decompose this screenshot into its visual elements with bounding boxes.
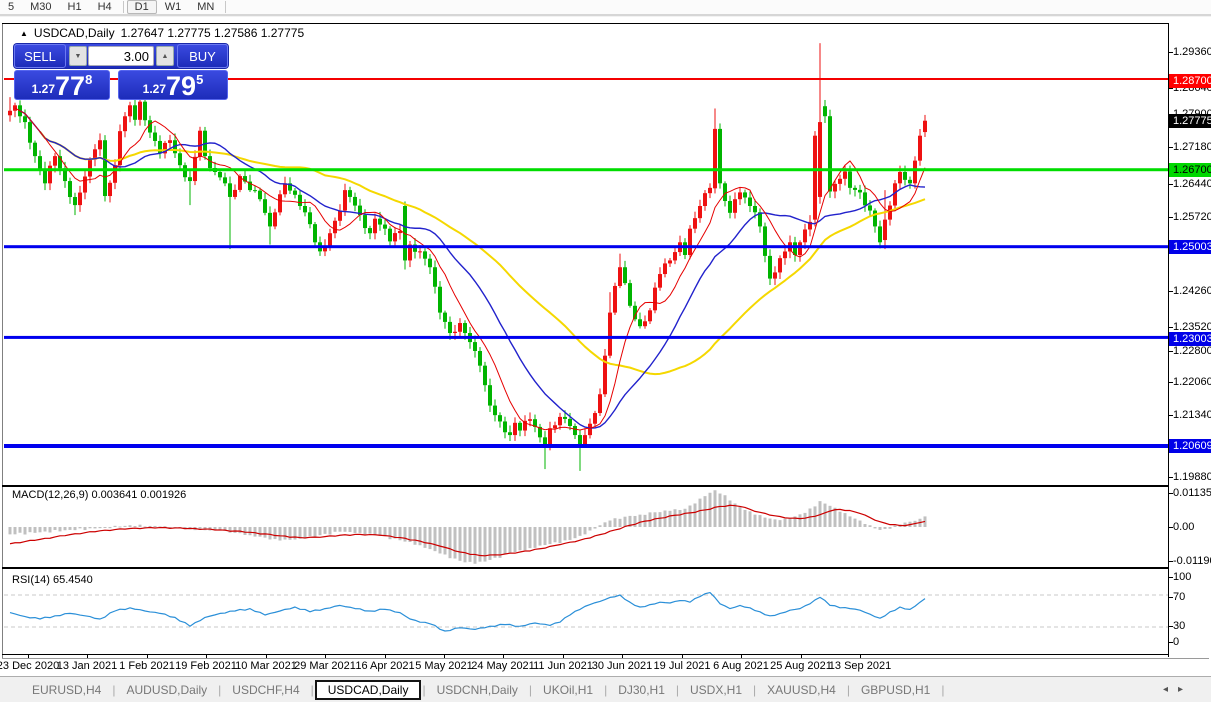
buy-price-prefix: 1.27 xyxy=(142,82,167,96)
date-label: 30 Jun 2021 xyxy=(591,660,653,672)
price-axis-tick: 1.26440 xyxy=(1173,178,1211,190)
buy-price-pip: 5 xyxy=(196,72,204,87)
chart-tab-xauusd[interactable]: XAUUSD,H4 xyxy=(757,681,846,699)
window-left-border xyxy=(2,23,3,658)
buy-button[interactable]: BUY xyxy=(177,44,228,68)
price-axis-tick: 1.22060 xyxy=(1173,376,1211,388)
sell-button[interactable]: SELL xyxy=(14,44,66,68)
chart-tab-eurusd[interactable]: EURUSD,H4 xyxy=(22,681,111,699)
toolbar-separator xyxy=(122,1,124,13)
tab-scroll-left-icon[interactable]: ◂ xyxy=(1163,684,1168,695)
window-bottom-edge xyxy=(2,658,1209,659)
date-label: 13 Jan 2021 xyxy=(56,660,118,672)
rsi-axis-tick: 0 xyxy=(1173,636,1180,648)
toolbar-separator xyxy=(225,1,227,13)
buy-price-big: 79 xyxy=(166,71,197,101)
date-label: 11 Jun 2021 xyxy=(533,660,593,672)
price-axis-tick: 1.29360 xyxy=(1173,46,1211,58)
price-axis-tick: 1.24260 xyxy=(1173,285,1211,297)
timeframe-button-h4[interactable]: H4 xyxy=(90,1,120,14)
price-badge: 1.23003 xyxy=(1169,332,1211,346)
sell-price-prefix: 1.27 xyxy=(31,82,56,96)
chart-tab-dj30[interactable]: DJ30,H1 xyxy=(608,681,675,699)
sell-price-pip: 8 xyxy=(85,72,93,87)
price-axis-tick: 1.22800 xyxy=(1173,345,1211,357)
macd-axis-tick: 0.00 xyxy=(1173,521,1195,533)
price-badge: 1.27775 xyxy=(1169,114,1211,128)
chart-tab-usdchf[interactable]: USDCHF,H4 xyxy=(222,681,309,699)
trade-panel-row: SELL ▼ ▲ BUY xyxy=(14,44,228,68)
price-axis-tick: 1.27180 xyxy=(1173,141,1211,153)
date-label: 16 Apr 2021 xyxy=(355,660,415,672)
toolbar-divider xyxy=(0,14,1211,17)
chart-ohlc-values: 1.27647 1.27775 1.27586 1.27775 xyxy=(120,26,305,40)
macd-indicator-label: MACD(12,26,9) 0.003641 0.001926 xyxy=(12,489,187,501)
buy-price-display[interactable]: 1.27 79 5 xyxy=(118,70,228,100)
trading-platform-window: 5 M30 H1 H4 D1 W1 MN ▲ USDCAD,Daily 1.27647 1.… xyxy=(0,0,1211,702)
price-chart-canvas[interactable] xyxy=(0,0,1211,702)
chart-top-border xyxy=(2,23,1169,24)
chart-tab-bar: EURUSD,H4 | AUDUSD,Daily | USDCHF,H4 | USDCAD,… xyxy=(0,676,1211,702)
chart-tab-usdcnh[interactable]: USDCNH,Daily xyxy=(427,681,528,699)
date-label: 19 Jul 2021 xyxy=(653,660,711,672)
tab-scroll-right-icon[interactable]: ▸ xyxy=(1178,684,1183,695)
chart-tab-usdx[interactable]: USDX,H1 xyxy=(680,681,752,699)
macd-axis-tick: -0.011904 xyxy=(1173,555,1211,567)
chart-symbol-label: USDCAD,Daily xyxy=(33,26,115,40)
date-label: 29 Mar 2021 xyxy=(294,660,356,672)
sell-price-display[interactable]: 1.27 77 8 xyxy=(14,70,110,100)
timeframe-button-h1[interactable]: H1 xyxy=(60,1,90,14)
timeframe-button-5[interactable]: 5 xyxy=(0,1,22,14)
chart-title: ▲ USDCAD,Daily 1.27647 1.27775 1.27586 1… xyxy=(20,26,304,40)
rsi-bottom-border xyxy=(2,654,1168,655)
macd-axis-tick: 0.01135 xyxy=(1173,487,1211,499)
macd-rsi-separator[interactable] xyxy=(2,567,1168,569)
chart-tab-usdcad[interactable]: USDCAD,Daily xyxy=(314,679,422,700)
price-axis-tick: 1.21340 xyxy=(1173,409,1211,421)
rsi-axis-tick: 30 xyxy=(1173,620,1186,632)
price-badge: 1.26700 xyxy=(1169,163,1211,177)
price-badge: 1.28700 xyxy=(1169,74,1211,88)
rsi-indicator-label: RSI(14) 65.4540 xyxy=(12,574,93,586)
price-axis-tick: 1.19880 xyxy=(1173,471,1211,483)
date-label: 6 Aug 2021 xyxy=(713,660,769,672)
price-axis-tick: 1.25720 xyxy=(1173,211,1211,223)
sell-price-big: 77 xyxy=(55,71,86,101)
date-label: 10 Mar 2021 xyxy=(235,660,297,672)
collapse-triangle-icon[interactable]: ▲ xyxy=(20,29,28,38)
one-click-trade-panel: SELL ▼ ▲ BUY 1.27 77 8 1.27 79 5 xyxy=(14,44,228,100)
chart-tab-ukoil[interactable]: UKOil,H1 xyxy=(533,681,603,699)
date-label: 19 Feb 2021 xyxy=(175,660,237,672)
volume-decrease-button[interactable]: ▼ xyxy=(69,46,87,66)
rsi-axis-tick: 100 xyxy=(1173,571,1192,583)
volume-input[interactable] xyxy=(88,46,154,66)
date-label: 23 Dec 2020 xyxy=(0,660,60,672)
timeframe-toolbar: 5 M30 H1 H4 D1 W1 MN xyxy=(0,0,1211,14)
timeframe-button-w1[interactable]: W1 xyxy=(157,1,190,14)
timeframe-button-m30[interactable]: M30 xyxy=(22,1,59,14)
volume-increase-button[interactable]: ▲ xyxy=(156,46,174,66)
price-badge: 1.25003 xyxy=(1169,240,1211,254)
date-label: 24 May 2021 xyxy=(471,660,535,672)
timeframe-button-d1[interactable]: D1 xyxy=(126,0,157,14)
date-label: 13 Sep 2021 xyxy=(828,660,892,672)
date-label: 1 Feb 2021 xyxy=(119,660,175,672)
tab-separator: | xyxy=(941,682,945,697)
price-badge: 1.20609 xyxy=(1169,439,1211,453)
chart-tab-audusd[interactable]: AUDUSD,Daily xyxy=(116,681,217,699)
date-label: 5 May 2021 xyxy=(415,660,473,672)
chart-tab-gbpusd[interactable]: GBPUSD,H1 xyxy=(851,681,940,699)
main-macd-separator[interactable] xyxy=(2,485,1168,487)
rsi-axis-tick: 70 xyxy=(1173,591,1186,603)
date-label: 25 Aug 2021 xyxy=(770,660,832,672)
timeframe-button-mn[interactable]: MN xyxy=(189,1,222,14)
tab-scroll-arrows: ◂ ▸ xyxy=(1163,684,1183,695)
